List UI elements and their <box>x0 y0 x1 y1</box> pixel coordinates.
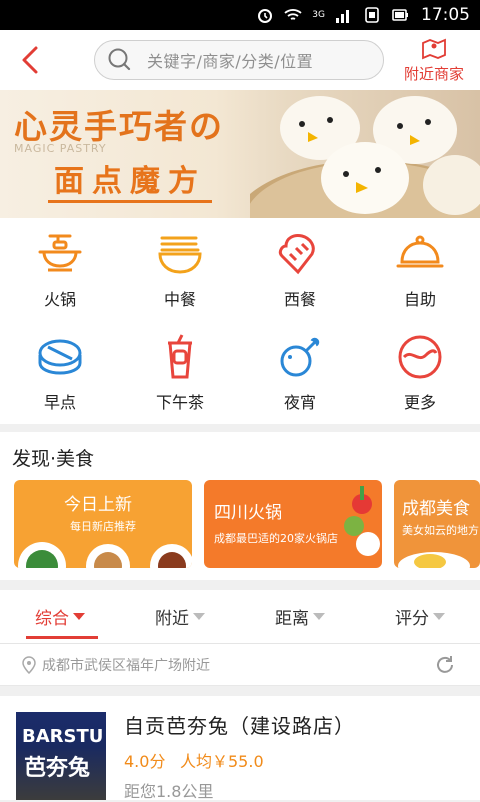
vegetables-image <box>344 486 380 556</box>
discover-cards[interactable]: 今日上新 每日新店推荐 四川火锅 成都最巴适的20家火锅店 成都美食 美女如云的… <box>14 480 480 568</box>
nearby-shops-button[interactable]: 附近商家 <box>396 30 472 90</box>
shop-avg-price: 人均￥55.0 <box>180 752 264 771</box>
category-western[interactable]: 西餐 <box>240 218 360 322</box>
dish-image <box>18 542 192 568</box>
steamer-buns-image <box>250 96 480 218</box>
card-title: 今日上新 <box>64 495 132 515</box>
location-pin-icon <box>22 655 36 674</box>
search-input[interactable]: 关键字/商家/分类/位置 <box>94 40 384 80</box>
category-breakfast[interactable]: 早点 <box>0 322 120 424</box>
bread-icon <box>278 234 315 275</box>
card-title: 四川火锅 <box>214 503 282 523</box>
category-label: 下午茶 <box>155 393 204 412</box>
wifi-icon <box>284 9 302 20</box>
location-text: 成都市武侯区福年广场附近 <box>42 657 210 674</box>
search-placeholder: 关键字/商家/分类/位置 <box>147 52 314 71</box>
current-location: 成都市武侯区福年广场附近 <box>0 644 480 686</box>
shop-rating: 4.0分 <box>124 752 166 771</box>
discover-title: 发现·美食 <box>12 448 95 470</box>
category-label: 更多 <box>403 393 436 412</box>
battery-icon <box>392 9 408 21</box>
category-afternoon-tea[interactable]: 下午茶 <box>120 322 240 424</box>
alarm-icon <box>258 9 273 23</box>
tab-distance[interactable]: 距离 <box>240 590 360 643</box>
card-title: 成都美食 <box>402 499 470 519</box>
shop-thumbnail: BARSTU 芭夯兔 <box>16 712 106 800</box>
tab-label: 附近 <box>155 609 189 629</box>
caret-down-icon <box>313 613 325 620</box>
tab-label: 评分 <box>395 609 429 629</box>
discover-card-hotpot[interactable]: 四川火锅 成都最巴适的20家火锅店 <box>204 480 382 568</box>
status-bar: 3G 17:05 <box>0 0 480 30</box>
more-icon <box>398 335 442 379</box>
thumb-brand-text: BARSTU <box>22 726 104 747</box>
noodle-bowl-icon <box>158 236 202 274</box>
caret-down-icon <box>433 613 445 620</box>
back-button[interactable] <box>0 30 60 90</box>
discover-section: 发现·美食 今日上新 每日新店推荐 四川火锅 成都最巴适的20家火锅店 成都美食… <box>0 432 480 580</box>
map-pin-icon <box>422 38 446 59</box>
tab-overall[interactable]: 综合 <box>0 590 120 643</box>
category-buffet[interactable]: 自助 <box>360 218 480 322</box>
card-subtitle: 美女如云的地方 <box>402 524 479 537</box>
search-icon <box>108 48 131 71</box>
tab-rating[interactable]: 评分 <box>360 590 480 643</box>
shop-distance: 距您1.8公里 <box>124 782 214 801</box>
shop-list-item[interactable]: BARSTU 芭夯兔 自贡芭夯兔（建设路店） 4.0分 人均￥55.0 距您1.… <box>0 696 480 801</box>
category-chinese[interactable]: 中餐 <box>120 218 240 322</box>
cloche-icon <box>396 235 444 268</box>
thumb-main-text: 芭夯兔 <box>24 755 91 781</box>
header: 关键字/商家/分类/位置 附近商家 <box>0 30 480 90</box>
drink-cup-icon <box>168 334 192 379</box>
nearby-label: 附近商家 <box>403 64 464 83</box>
signal-icon <box>336 10 349 23</box>
category-label: 西餐 <box>283 290 316 309</box>
banner-subtitle: MAGIC PASTRY <box>14 142 107 155</box>
promo-banner[interactable]: 心灵手巧者の MAGIC PASTRY 面点魔方 <box>0 90 480 218</box>
category-more[interactable]: 更多 <box>360 322 480 424</box>
sim-icon <box>365 7 379 23</box>
status-time: 17:05 <box>421 5 470 25</box>
tab-nearby[interactable]: 附近 <box>120 590 240 643</box>
card-subtitle: 每日新店推荐 <box>70 520 136 533</box>
banner-title: 心灵手巧者の <box>14 107 224 146</box>
card-subtitle: 成都最巴适的20家火锅店 <box>214 532 338 545</box>
drumstick-icon <box>280 337 320 377</box>
filter-tabs: 综合 附近 距离 评分 <box>0 590 480 644</box>
category-label: 自助 <box>403 290 436 309</box>
category-grid: 火锅 中餐 西餐 自助 早点 下午茶 夜宵 更多 <box>0 218 480 424</box>
discover-card-new[interactable]: 今日上新 每日新店推荐 <box>14 480 192 568</box>
hotpot-icon <box>38 234 82 272</box>
banner-tag: 面点魔方 <box>48 156 212 203</box>
category-label: 中餐 <box>163 290 196 309</box>
food-image <box>398 552 470 568</box>
network-type: 3G <box>312 10 325 20</box>
tab-label: 综合 <box>35 609 69 629</box>
refresh-icon[interactable] <box>434 654 456 676</box>
category-label: 火锅 <box>43 290 76 309</box>
discover-card-chengdu[interactable]: 成都美食 美女如云的地方 <box>394 480 480 568</box>
caret-down-icon <box>73 613 85 620</box>
shop-name: 自贡芭夯兔（建设路店） <box>124 714 355 738</box>
caret-down-icon <box>193 613 205 620</box>
category-hotpot[interactable]: 火锅 <box>0 218 120 322</box>
category-label: 早点 <box>43 393 76 412</box>
sushi-icon <box>38 339 82 375</box>
category-late-night[interactable]: 夜宵 <box>240 322 360 424</box>
tab-label: 距离 <box>275 609 309 629</box>
back-arrow-icon <box>22 46 38 74</box>
category-label: 夜宵 <box>283 393 316 412</box>
